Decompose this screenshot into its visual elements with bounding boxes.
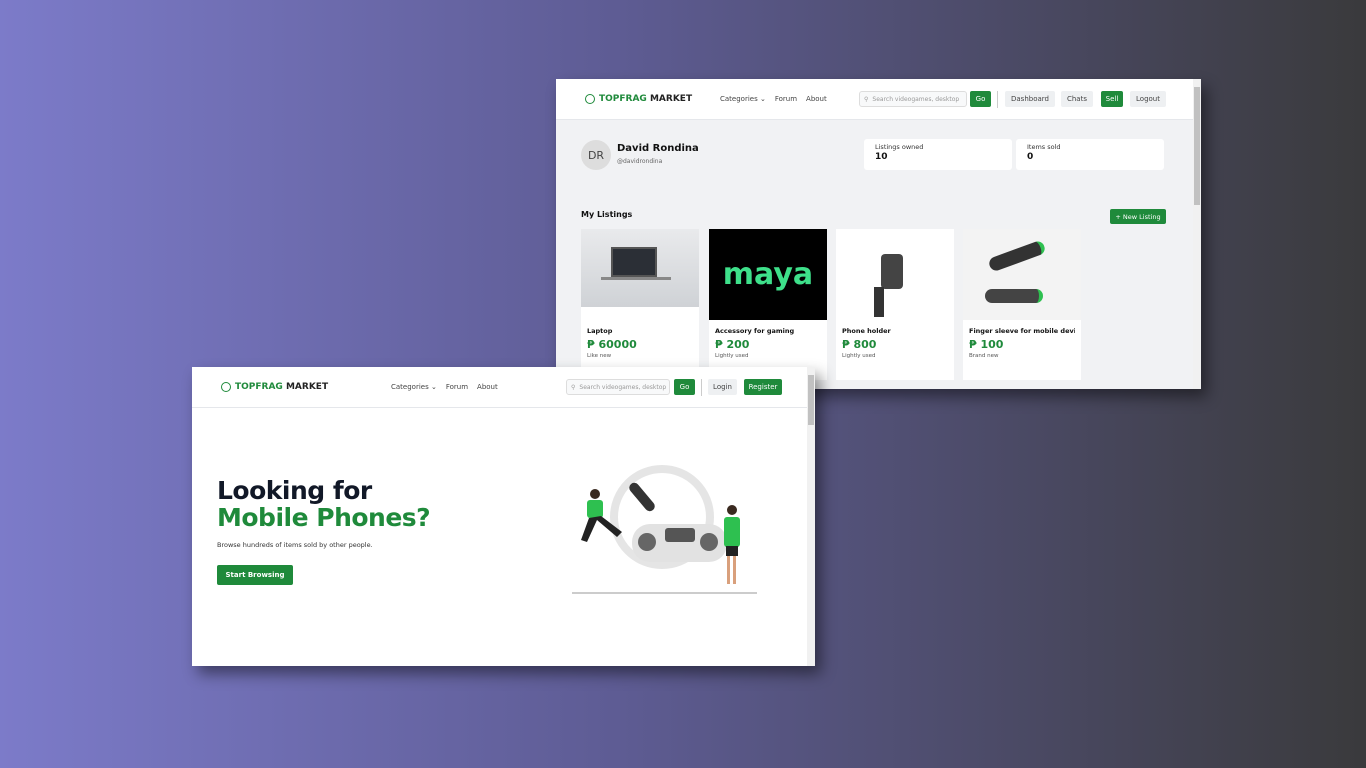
listing-card[interactable]: Phone holder ₱ 800 Lightly used bbox=[836, 229, 954, 380]
hero-line-2: Mobile Phones? bbox=[217, 503, 431, 532]
listing-price: ₱ 800 bbox=[842, 338, 877, 351]
hero-title: Looking for Mobile Phones? bbox=[217, 476, 431, 532]
stat-value: 10 bbox=[875, 152, 888, 162]
listing-condition: Lightly used bbox=[842, 353, 876, 359]
categories-label: Categories bbox=[720, 95, 758, 103]
listing-condition: Brand new bbox=[969, 353, 999, 359]
listing-title: Laptop bbox=[587, 327, 613, 335]
navbar: TOPFRAG MARKET Categories ⌄ Forum About ⚲ S… bbox=[192, 367, 815, 408]
listing-title: Finger sleeve for mobile devi... bbox=[969, 327, 1075, 335]
scrollbar[interactable] bbox=[1193, 79, 1201, 389]
chevron-down-icon: ⌄ bbox=[430, 383, 437, 391]
divider bbox=[701, 378, 702, 396]
logo-text-2: MARKET bbox=[285, 382, 329, 392]
go-button[interactable]: Go bbox=[970, 91, 991, 107]
stat-listings-owned: Listings owned 10 bbox=[864, 139, 1012, 170]
search-placeholder: Search videogames, desktop bbox=[872, 95, 960, 103]
home-window: TOPFRAG MARKET Categories ⌄ Forum About ⚲ S… bbox=[192, 367, 815, 666]
dashboard-button[interactable]: Dashboard bbox=[1005, 91, 1055, 107]
nav-about[interactable]: About bbox=[477, 383, 498, 391]
phone-holder-image bbox=[836, 229, 954, 320]
profile-name: David Rondina bbox=[617, 143, 699, 154]
search-input[interactable]: ⚲ Search videogames, desktop bbox=[859, 91, 967, 107]
search-placeholder: Search videogames, desktop bbox=[579, 383, 667, 391]
listing-card[interactable]: Finger sleeve for mobile devi... ₱ 100 B… bbox=[963, 229, 1081, 380]
listing-price: ₱ 200 bbox=[715, 338, 750, 351]
search-icon: ⚲ bbox=[571, 383, 576, 391]
listing-price: ₱ 100 bbox=[969, 338, 1004, 351]
start-browsing-button[interactable]: Start Browsing bbox=[217, 565, 293, 585]
nav-forum[interactable]: Forum bbox=[775, 95, 797, 103]
hero-line-1: Looking for bbox=[217, 476, 372, 505]
logo-icon bbox=[585, 94, 595, 104]
stat-value: 0 bbox=[1027, 152, 1034, 162]
dashboard-window: TOPFRAG MARKET Categories ⌄ Forum About ⚲ S… bbox=[556, 79, 1201, 389]
section-title: My Listings bbox=[581, 210, 633, 219]
logo-text-1: TOPFRAG bbox=[599, 94, 647, 104]
nav-about[interactable]: About bbox=[806, 95, 827, 103]
gaming-illustration bbox=[572, 465, 757, 594]
finger-sleeve-image bbox=[963, 229, 1081, 320]
logo[interactable]: TOPFRAG MARKET bbox=[221, 382, 328, 392]
laptop-image bbox=[581, 229, 699, 307]
stat-label: Items sold bbox=[1027, 143, 1061, 151]
listing-card[interactable]: Laptop ₱ 60000 Like new bbox=[581, 229, 699, 380]
listing-price: ₱ 60000 bbox=[587, 338, 637, 351]
nav-categories[interactable]: Categories ⌄ bbox=[391, 383, 437, 391]
search-icon: ⚲ bbox=[864, 95, 869, 103]
new-listing-button[interactable]: + New Listing bbox=[1110, 209, 1166, 224]
stat-items-sold: Items sold 0 bbox=[1016, 139, 1164, 170]
avatar: DR bbox=[581, 140, 611, 170]
categories-label: Categories bbox=[391, 383, 429, 391]
search-input[interactable]: ⚲ Search videogames, desktop bbox=[566, 379, 670, 395]
go-button[interactable]: Go bbox=[674, 379, 695, 395]
divider bbox=[997, 90, 998, 108]
listing-card[interactable]: maya Accessory for gaming ₱ 200 Lightly … bbox=[709, 229, 827, 380]
register-button[interactable]: Register bbox=[744, 379, 782, 395]
logo-icon bbox=[221, 382, 231, 392]
chevron-down-icon: ⌄ bbox=[759, 95, 766, 103]
logout-button[interactable]: Logout bbox=[1130, 91, 1166, 107]
logo-text-2: MARKET bbox=[649, 94, 693, 104]
chats-button[interactable]: Chats bbox=[1061, 91, 1093, 107]
login-button[interactable]: Login bbox=[708, 379, 737, 395]
nav-categories[interactable]: Categories ⌄ bbox=[720, 95, 766, 103]
listing-condition: Like new bbox=[587, 353, 612, 359]
hero-subtitle: Browse hundreds of items sold by other p… bbox=[217, 541, 373, 549]
listing-title: Phone holder bbox=[842, 327, 891, 335]
listing-title: Accessory for gaming bbox=[715, 327, 795, 335]
nav-forum[interactable]: Forum bbox=[446, 383, 468, 391]
maya-image: maya bbox=[709, 229, 827, 320]
profile-handle: @davidrondina bbox=[617, 158, 663, 165]
scrollbar[interactable] bbox=[807, 367, 815, 666]
navbar: TOPFRAG MARKET Categories ⌄ Forum About ⚲ S… bbox=[556, 79, 1201, 120]
sell-button[interactable]: Sell bbox=[1101, 91, 1123, 107]
listing-condition: Lightly used bbox=[715, 353, 749, 359]
stat-label: Listings owned bbox=[875, 143, 924, 151]
logo[interactable]: TOPFRAG MARKET bbox=[585, 94, 692, 104]
logo-text-1: TOPFRAG bbox=[235, 382, 283, 392]
